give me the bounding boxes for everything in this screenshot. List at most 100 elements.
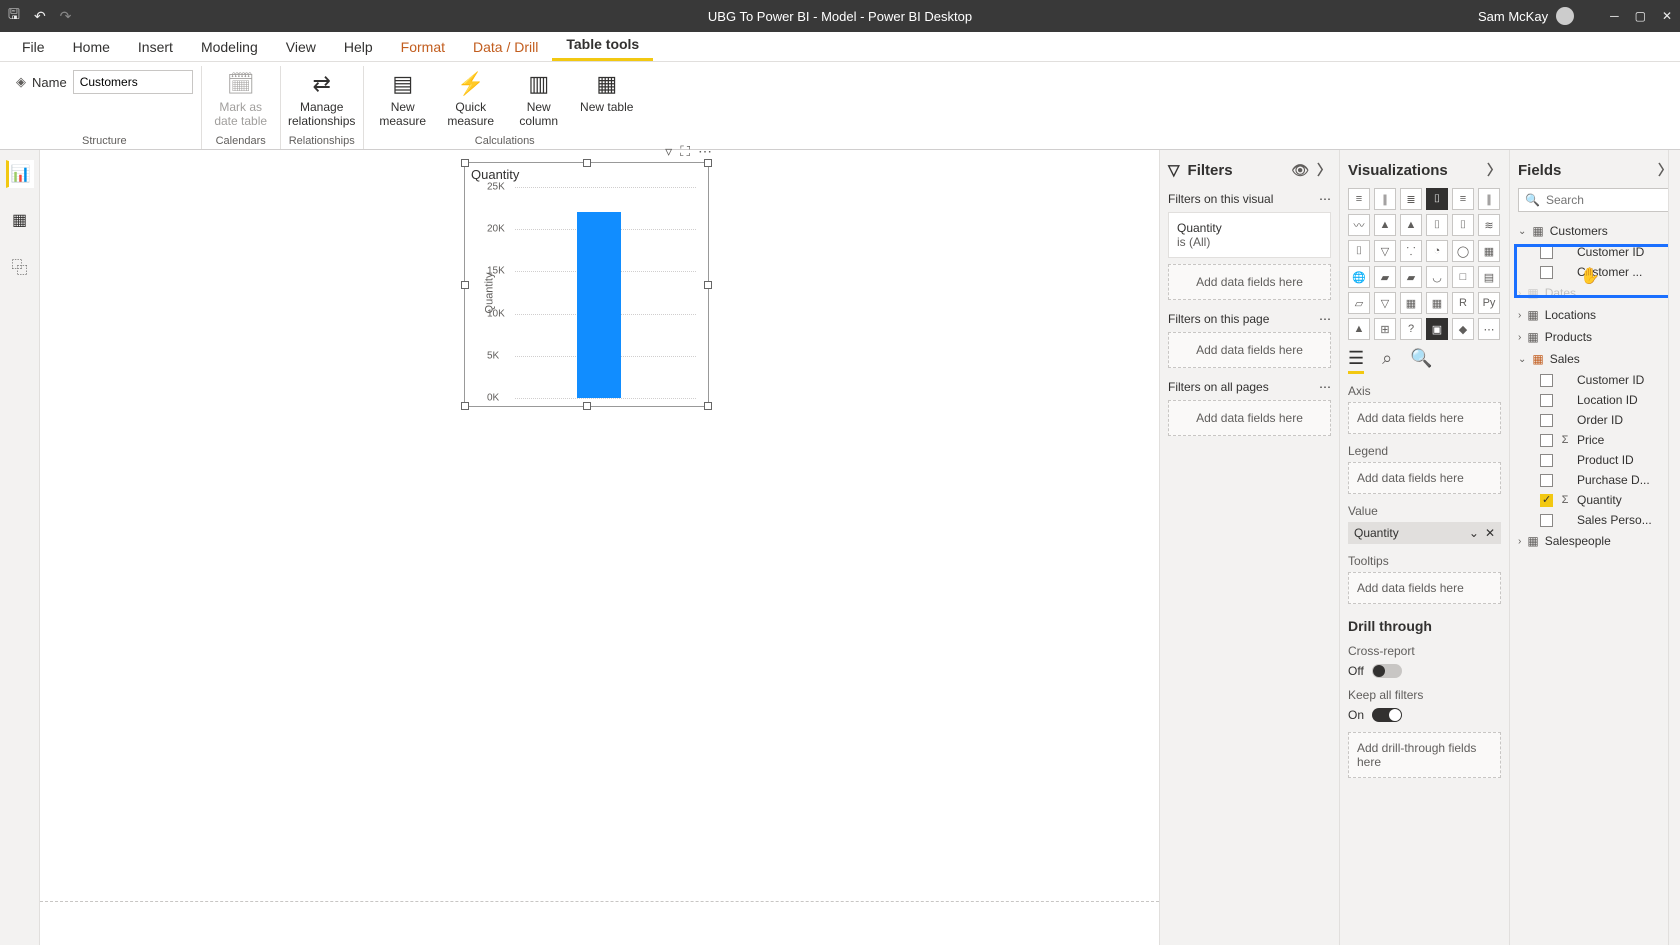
viz-py[interactable]: Py	[1478, 292, 1500, 314]
data-view-button[interactable]: ▦	[6, 206, 34, 234]
viz-scatter[interactable]: ⸪	[1400, 240, 1422, 262]
table-customers[interactable]: ⌄ ▦ Customers	[1518, 220, 1672, 242]
viz-treemap[interactable]: ▦	[1478, 240, 1500, 262]
tooltips-well[interactable]: Add data fields here	[1348, 572, 1501, 604]
viz-100-bar[interactable]: ≡	[1452, 188, 1474, 210]
viz-funnel[interactable]: ▽	[1374, 240, 1396, 262]
eye-icon[interactable]: 👁	[1291, 162, 1309, 179]
viz-waterfall[interactable]: ⌷	[1348, 240, 1370, 262]
field-sales-customerid[interactable]: Customer ID	[1518, 370, 1672, 390]
name-input[interactable]	[73, 70, 193, 94]
checkbox[interactable]	[1540, 434, 1553, 447]
field-sales-productid[interactable]: Product ID	[1518, 450, 1672, 470]
more-icon[interactable]: ⋯	[1319, 192, 1331, 206]
redo-icon[interactable]: ↷	[60, 8, 72, 25]
viz-line-col2[interactable]: ⌷	[1452, 214, 1474, 236]
checkbox[interactable]	[1540, 474, 1553, 487]
viz-stacked-col[interactable]: ∥	[1374, 188, 1396, 210]
viz-ribbon[interactable]: ≋	[1478, 214, 1500, 236]
viz-filled-map[interactable]: ▰	[1374, 266, 1396, 288]
new-column-button[interactable]: ▥ New column	[508, 66, 570, 128]
report-canvas[interactable]: ▿ ⛶ ⋯ Quantity Quantity 25K 20K 15K 10K …	[40, 150, 1160, 945]
viz-slicer[interactable]: ▽	[1374, 292, 1396, 314]
viz-kpi[interactable]: ▱	[1348, 292, 1370, 314]
checkbox[interactable]	[1540, 374, 1553, 387]
collapse-icon[interactable]: 〉	[1317, 160, 1331, 180]
quick-measure-button[interactable]: ⚡ Quick measure	[440, 66, 502, 128]
table-sales[interactable]: ⌄ ▦ Sales	[1518, 348, 1672, 370]
analytics-tab-icon[interactable]: 🔍	[1410, 348, 1432, 374]
close-button[interactable]: ✕	[1662, 9, 1672, 23]
field-sales-price[interactable]: ΣPrice	[1518, 430, 1672, 450]
undo-icon[interactable]: ↶	[34, 8, 46, 25]
checkbox[interactable]	[1540, 454, 1553, 467]
viz-matrix[interactable]: ▦	[1426, 292, 1448, 314]
viz-stacked-area[interactable]: ▲	[1400, 214, 1422, 236]
chevron-down-icon[interactable]: ⌄	[1469, 526, 1479, 540]
viz-clustered-bar[interactable]: ≣	[1400, 188, 1422, 210]
checkbox[interactable]	[1540, 514, 1553, 527]
filter-icon[interactable]: ▿	[665, 143, 672, 160]
more-icon[interactable]: ⋯	[1319, 312, 1331, 326]
viz-more[interactable]: ⋯	[1478, 318, 1500, 340]
save-icon[interactable]: 🖫	[8, 4, 20, 28]
tab-tabletools[interactable]: Table tools	[552, 30, 653, 61]
legend-well[interactable]: Add data fields here	[1348, 462, 1501, 494]
table-products[interactable]: › ▦ Products	[1518, 326, 1672, 348]
model-view-button[interactable]: ⿻	[6, 252, 34, 280]
viz-gauge[interactable]: ◡	[1426, 266, 1448, 288]
tab-home[interactable]: Home	[59, 33, 124, 61]
remove-icon[interactable]: ✕	[1485, 526, 1495, 540]
tab-file[interactable]: File	[8, 33, 59, 61]
new-measure-button[interactable]: ▤ New measure	[372, 66, 434, 128]
cross-report-toggle[interactable]: Off	[1348, 664, 1501, 678]
mark-as-date-button[interactable]: 🗓 Mark as date table	[210, 66, 272, 128]
keep-filters-toggle[interactable]: On	[1348, 708, 1501, 722]
viz-decomp[interactable]: ⊞	[1374, 318, 1396, 340]
viz-donut[interactable]: ◯	[1452, 240, 1474, 262]
tab-modeling[interactable]: Modeling	[187, 33, 272, 61]
field-sales-quantity[interactable]: ΣQuantity	[1518, 490, 1672, 510]
minimize-button[interactable]: ─	[1610, 9, 1619, 23]
viz-shape-map[interactable]: ▰	[1400, 266, 1422, 288]
viz-powerapps[interactable]: ◆	[1452, 318, 1474, 340]
axis-well[interactable]: Add data fields here	[1348, 402, 1501, 434]
collapse-icon[interactable]: 〉	[1487, 160, 1501, 180]
viz-paginated[interactable]: ▣	[1426, 318, 1448, 340]
tab-insert[interactable]: Insert	[124, 33, 187, 61]
fields-search-input[interactable]	[1546, 193, 1665, 207]
field-sales-salesperso[interactable]: Sales Perso...	[1518, 510, 1672, 530]
manage-relationships-button[interactable]: ⇄ Manage relationships	[291, 66, 353, 128]
drill-well[interactable]: Add drill-through fields here	[1348, 732, 1501, 778]
report-view-button[interactable]: 📊	[6, 160, 34, 188]
chart-bar[interactable]	[577, 212, 621, 398]
filter-drop-page[interactable]: Add data fields here	[1168, 332, 1331, 368]
scrollbar[interactable]	[1668, 150, 1680, 945]
viz-map[interactable]: 🌐	[1348, 266, 1370, 288]
field-sales-locationid[interactable]: Location ID	[1518, 390, 1672, 410]
viz-multi-card[interactable]: ▤	[1478, 266, 1500, 288]
tab-datadrill[interactable]: Data / Drill	[459, 33, 552, 61]
tab-format[interactable]: Format	[387, 33, 459, 61]
viz-key-inf[interactable]: ▲	[1348, 318, 1370, 340]
viz-pie[interactable]: ◔	[1426, 240, 1448, 262]
value-pill-quantity[interactable]: Quantity ⌄ ✕	[1348, 522, 1501, 544]
page-tab-bar[interactable]	[40, 901, 1159, 945]
fields-tab-icon[interactable]: ☰	[1348, 348, 1364, 374]
viz-r[interactable]: R	[1452, 292, 1474, 314]
viz-card[interactable]: □	[1452, 266, 1474, 288]
more-icon[interactable]: ⋯	[698, 143, 712, 160]
viz-100-col[interactable]: ∥	[1478, 188, 1500, 210]
checkbox[interactable]	[1540, 494, 1553, 507]
viz-stacked-bar[interactable]: ≡	[1348, 188, 1370, 210]
viz-clustered-col[interactable]: ⌷	[1426, 188, 1448, 210]
table-locations[interactable]: › ▦ Locations	[1518, 304, 1672, 326]
viz-line-col[interactable]: ⌷	[1426, 214, 1448, 236]
new-table-button[interactable]: ▦ New table	[576, 66, 638, 114]
field-sales-orderid[interactable]: Order ID	[1518, 410, 1672, 430]
table-salespeople[interactable]: › ▦ Salespeople	[1518, 530, 1672, 552]
focus-icon[interactable]: ⛶	[680, 143, 690, 160]
maximize-button[interactable]: ▢	[1635, 9, 1646, 23]
filter-drop-visual[interactable]: Add data fields here	[1168, 264, 1331, 300]
checkbox[interactable]	[1540, 414, 1553, 427]
